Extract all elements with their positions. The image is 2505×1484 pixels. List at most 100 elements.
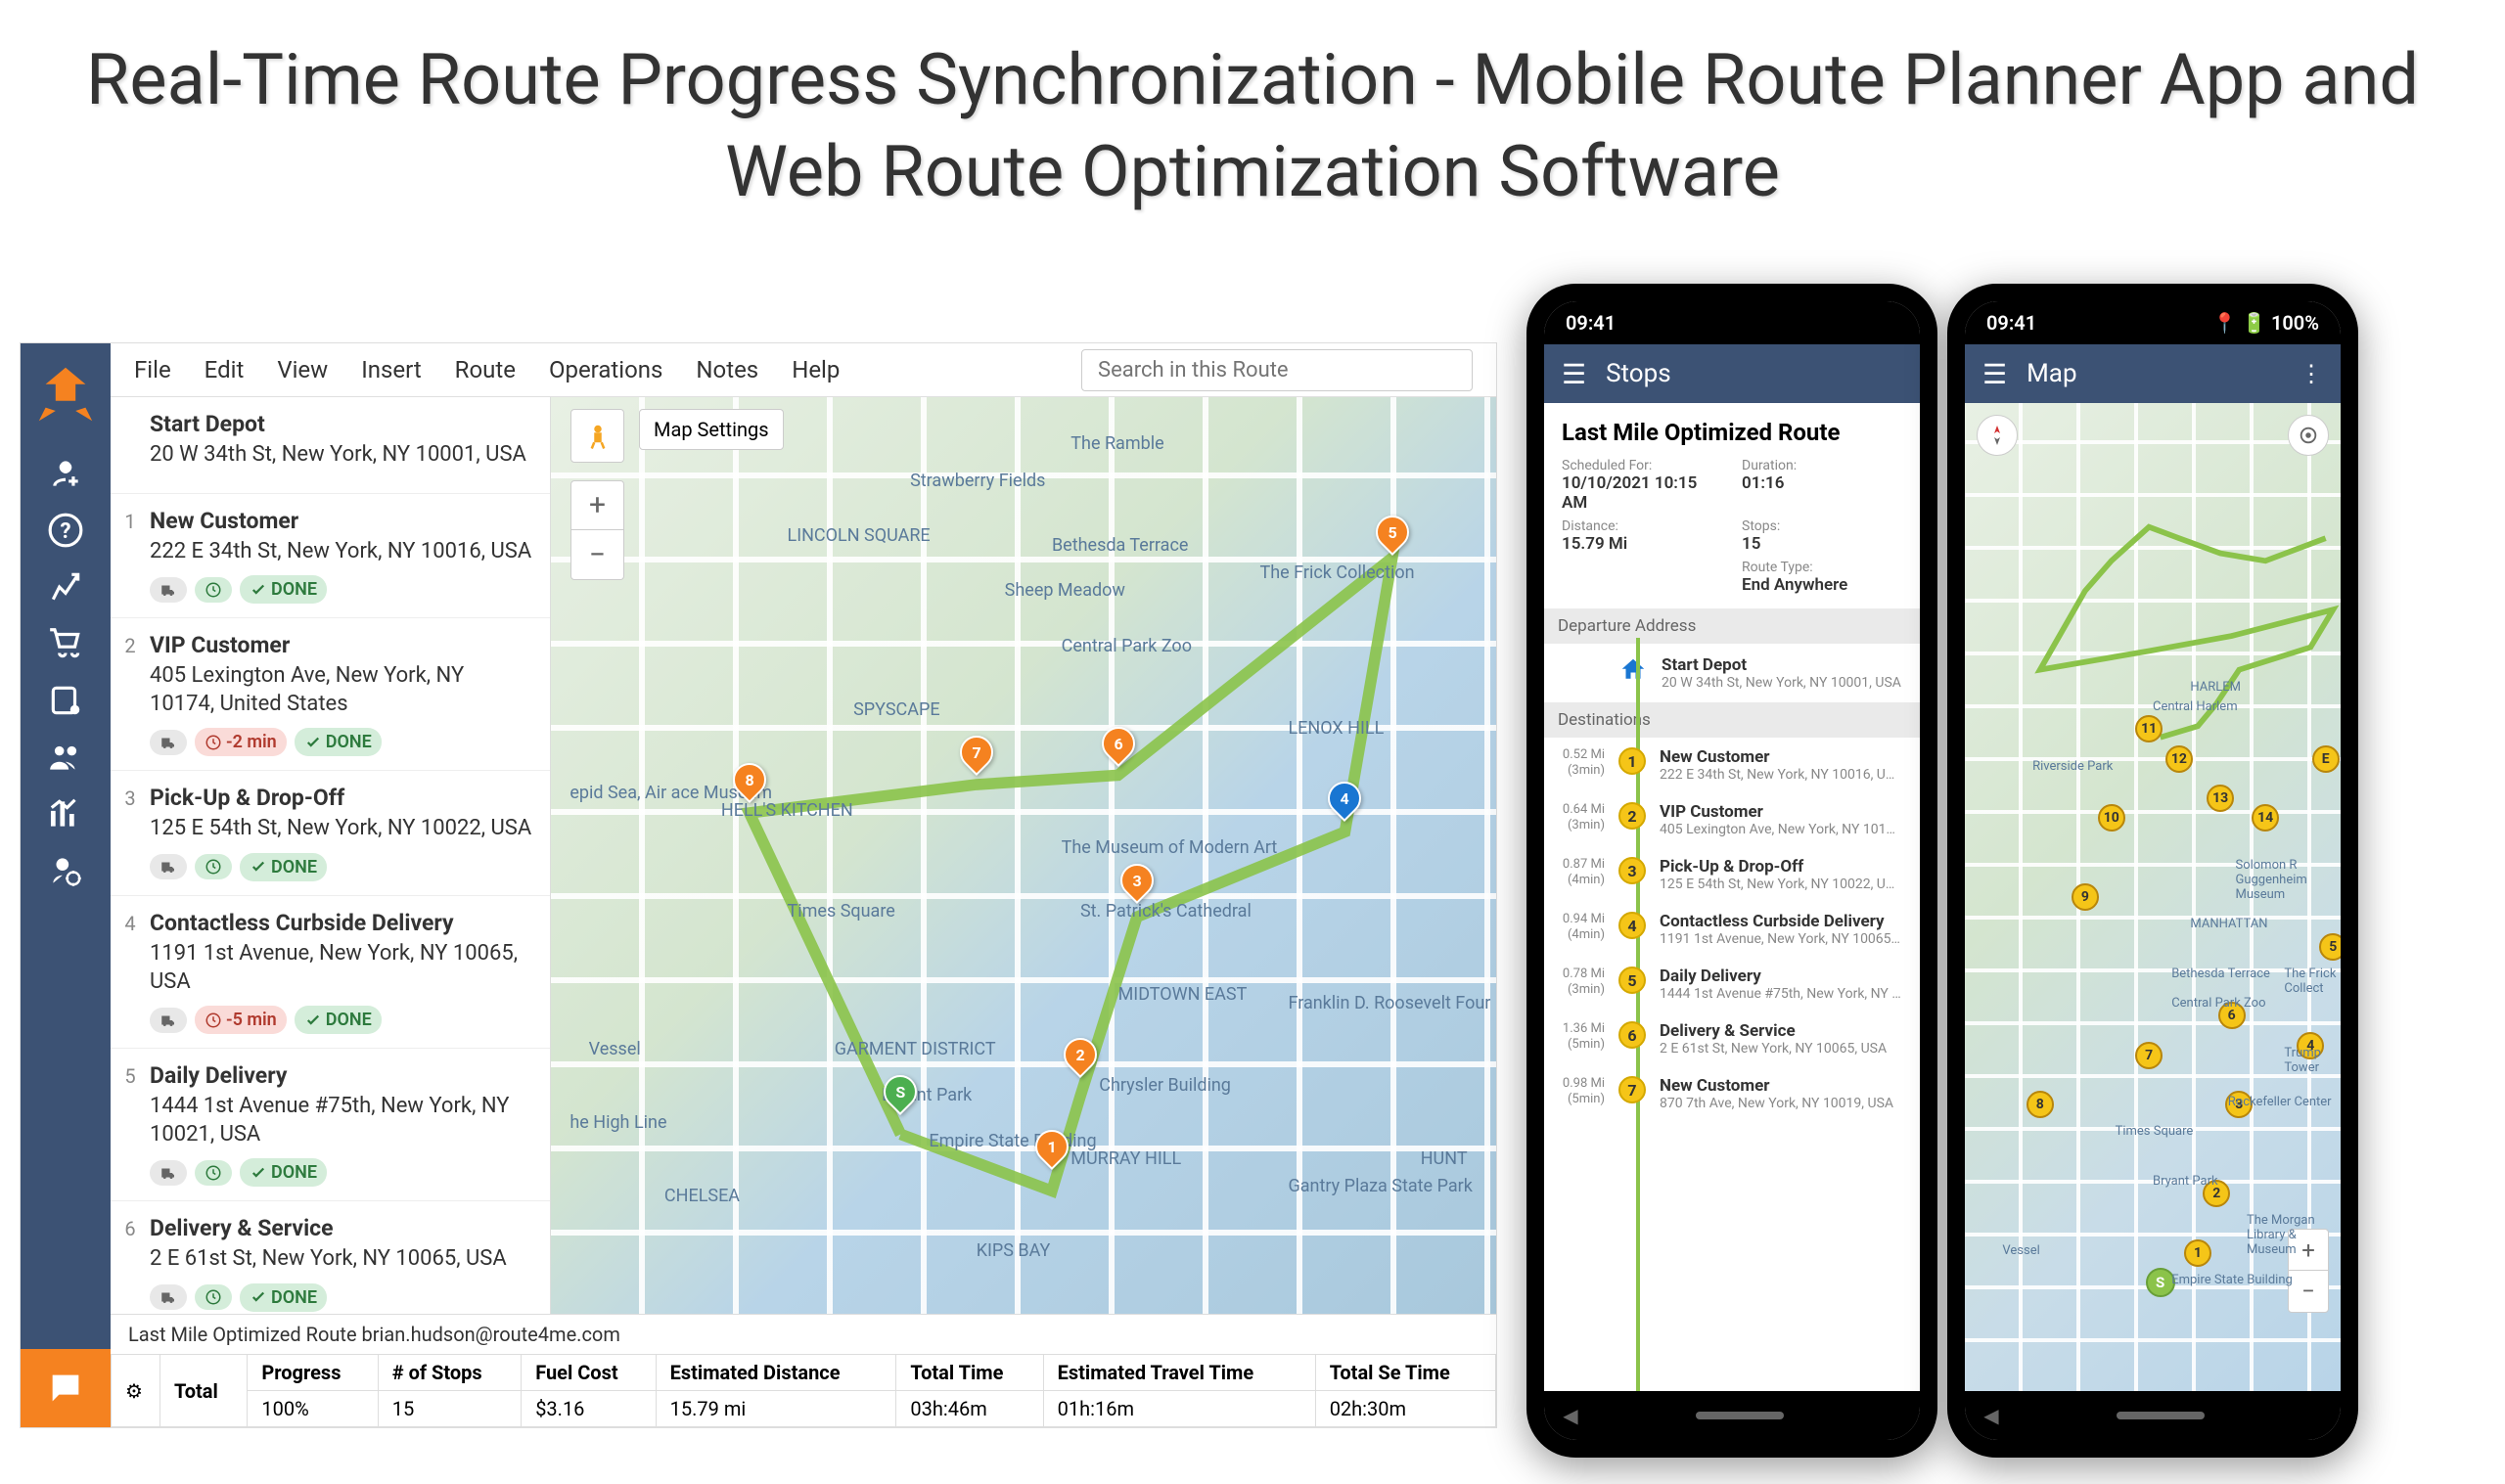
depot-title: Start Depot (1662, 655, 1902, 675)
map-pin[interactable]: 6 (1102, 727, 1135, 764)
hamburger-icon[interactable]: ☰ (1982, 358, 2007, 390)
destination-row[interactable]: 0.98 Mi(5min)7New Customer870 7th Ave, N… (1562, 1066, 1902, 1121)
col-progress: Progress (248, 1355, 378, 1391)
chat-button[interactable] (21, 1349, 111, 1427)
map-poi-label: KIPS BAY (977, 1240, 1051, 1261)
overflow-menu-icon[interactable]: ⋮ (2300, 360, 2323, 387)
stop-item[interactable]: 4Contactless Curbside Delivery1191 1st A… (111, 896, 550, 1049)
phone-mockup-map: 09:41 📍 🔋 100% ☰ Map ⋮ S1234567891011121… (1947, 284, 2358, 1458)
phone-statusbar: 09:41 (1544, 301, 1920, 344)
map-poi-label: St. Patrick's Cathedral (1080, 901, 1252, 922)
home-pill[interactable] (2117, 1412, 2205, 1419)
stop-sequence: 1 (120, 508, 140, 605)
map-pin[interactable]: 11 (2135, 715, 2163, 742)
map-poi-label: The Frick Collect (2284, 967, 2341, 996)
map-pin[interactable]: 7 (960, 736, 993, 773)
menu-route[interactable]: Route (455, 356, 516, 383)
zoom-out-button[interactable]: − (2289, 1271, 2328, 1312)
done-badge: DONE (240, 853, 327, 881)
stop-item[interactable]: Start Depot20 W 34th St, New York, NY 10… (111, 397, 550, 494)
map-poi-label: Gantry Plaza State Park (1288, 1176, 1472, 1196)
map-pin[interactable]: 5 (1376, 516, 1409, 553)
menu-help[interactable]: Help (792, 356, 840, 383)
route-owner-info: Last Mile Optimized Route brian.hudson@r… (111, 1315, 1496, 1354)
depot-row[interactable]: Start Depot 20 W 34th St, New York, NY 1… (1562, 644, 1902, 702)
nav-addresses[interactable] (21, 672, 111, 729)
destination-row[interactable]: 1.36 Mi(5min)6Delivery & Service2 E 61st… (1562, 1012, 1902, 1066)
map-pin[interactable]: 5 (2319, 933, 2341, 961)
map-poi-label: Rockefeller Center (2228, 1095, 2332, 1109)
nav-help[interactable]: ? (21, 502, 111, 559)
menu-edit[interactable]: Edit (205, 356, 245, 383)
map-pin[interactable]: 4 (1328, 782, 1361, 819)
battery-indicator: 📍 🔋 100% (2212, 311, 2319, 335)
map-pin[interactable]: E (2312, 745, 2340, 773)
map-pin[interactable]: S (884, 1075, 917, 1112)
map-poi-label: LENOX HILL (1288, 718, 1384, 739)
menu-notes[interactable]: Notes (696, 356, 758, 383)
menu-view[interactable]: View (277, 356, 328, 383)
map-pin[interactable]: 14 (2252, 804, 2279, 832)
nav-add-user[interactable] (21, 445, 111, 502)
compass-button[interactable] (1977, 415, 2018, 456)
map-pin[interactable]: 8 (2027, 1091, 2054, 1118)
stop-item[interactable]: 3Pick-Up & Drop-Off125 E 54th St, New Yo… (111, 771, 550, 896)
dest-distance: 0.98 Mi(5min) (1562, 1076, 1605, 1106)
map-pin[interactable]: 10 (2098, 804, 2125, 832)
phone-mockup-stops: 09:41 ☰ Stops Last Mile Optimized Route … (1526, 284, 1937, 1458)
locate-button[interactable] (2288, 415, 2329, 456)
dest-distance: 0.87 Mi(4min) (1562, 857, 1605, 887)
phone-appbar: ☰ Stops (1544, 344, 1920, 403)
hamburger-icon[interactable]: ☰ (1562, 358, 1586, 390)
truck-badge (150, 1008, 187, 1033)
map-settings-button[interactable]: Map Settings (639, 409, 784, 450)
destination-row[interactable]: 0.64 Mi(3min)2VIP Customer405 Lexington … (1562, 792, 1902, 847)
menu-operations[interactable]: Operations (549, 356, 662, 383)
destination-row[interactable]: 0.87 Mi(4min)3Pick-Up & Drop-Off125 E 54… (1562, 847, 1902, 902)
phone-map[interactable]: S1234567891011121314E + − HARLEMCentral … (1965, 403, 2341, 1391)
map-poi-label: Central Park Zoo (1062, 636, 1192, 656)
pegman-button[interactable] (570, 409, 624, 463)
nav-user-settings[interactable] (21, 842, 111, 899)
menu-insert[interactable]: Insert (361, 356, 421, 383)
map-poi-label: Times Square (788, 901, 895, 922)
stop-item[interactable]: 1New Customer222 E 34th St, New York, NY… (111, 494, 550, 619)
map-pin[interactable]: 3 (1120, 864, 1154, 901)
meta-type-value: End Anywhere (1742, 575, 1902, 595)
map-pin[interactable]: 7 (2135, 1042, 2163, 1069)
map-pin[interactable]: 2 (1064, 1038, 1097, 1075)
dest-number: 3 (1618, 857, 1646, 884)
map-pin[interactable]: 8 (733, 763, 766, 800)
map-pin[interactable]: 13 (2207, 785, 2234, 812)
map-pin[interactable]: 9 (2072, 883, 2099, 911)
map-pin[interactable]: 1 (1035, 1130, 1069, 1167)
phone-statusbar: 09:41 📍 🔋 100% (1965, 301, 2341, 344)
back-icon[interactable]: ◀ (1563, 1404, 1577, 1427)
val-stops: 15 (378, 1391, 521, 1427)
stops-screen[interactable]: Last Mile Optimized Route Scheduled For:… (1544, 403, 1920, 1137)
done-badge: DONE (240, 1283, 327, 1312)
zoom-in-button[interactable]: + (571, 481, 623, 530)
stops-panel[interactable]: Start Depot20 W 34th St, New York, NY 10… (111, 397, 551, 1314)
map-panel[interactable]: S12345678 Map Settings + − The RambleStr… (551, 397, 1496, 1314)
search-input[interactable] (1081, 349, 1473, 391)
table-settings-icon[interactable]: ⚙ (112, 1355, 160, 1427)
destination-row[interactable]: 0.52 Mi(3min)1New Customer222 E 34th St,… (1562, 738, 1902, 792)
stop-item[interactable]: 6Delivery & Service2 E 61st St, New York… (111, 1201, 550, 1314)
destination-row[interactable]: 0.94 Mi(4min)4Contactless Curbside Deliv… (1562, 902, 1902, 957)
home-pill[interactable] (1696, 1412, 1784, 1419)
stop-item[interactable]: 5Daily Delivery1444 1st Avenue #75th, Ne… (111, 1049, 550, 1201)
destination-row[interactable]: 0.78 Mi(3min)5Daily Delivery1444 1st Ave… (1562, 957, 1902, 1012)
nav-analytics[interactable] (21, 786, 111, 842)
nav-routes[interactable] (21, 559, 111, 615)
map-pin[interactable]: S (2146, 1268, 2175, 1297)
stop-item[interactable]: 2VIP Customer405 Lexington Ave, New York… (111, 618, 550, 771)
nav-team[interactable] (21, 729, 111, 786)
map-pin[interactable]: 12 (2165, 745, 2193, 773)
zoom-out-button[interactable]: − (571, 530, 623, 579)
back-icon[interactable]: ◀ (1983, 1404, 1998, 1427)
map-pin[interactable]: 1 (2184, 1239, 2211, 1267)
val-service-time: 02h:30m (1315, 1391, 1495, 1427)
nav-orders[interactable] (21, 615, 111, 672)
menu-file[interactable]: File (134, 356, 171, 383)
